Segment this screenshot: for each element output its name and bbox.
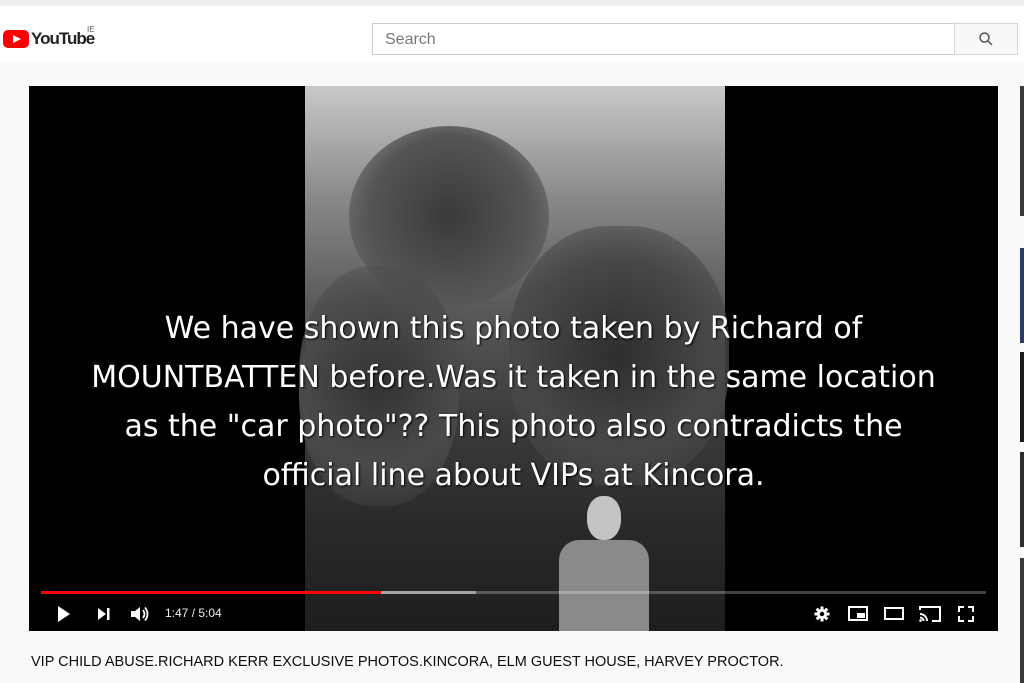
search-input[interactable]: Search [372, 23, 955, 55]
cast-icon [919, 605, 941, 622]
fullscreen-icon [958, 605, 974, 622]
search-button[interactable] [954, 23, 1018, 55]
sidebar-thumbnail-edge[interactable] [1020, 352, 1024, 442]
next-icon [98, 607, 110, 620]
settings-icon [814, 606, 830, 621]
miniplayer-icon [848, 606, 868, 621]
settings-button[interactable] [809, 596, 835, 631]
logo-text: YouTube [31, 29, 95, 48]
video-caption: We have shown this photo taken by Richar… [29, 304, 998, 500]
youtube-logo[interactable]: YouTube IE [3, 25, 95, 49]
cast-button[interactable] [915, 596, 945, 631]
video-player[interactable]: We have shown this photo taken by Richar… [29, 86, 998, 631]
fullscreen-button[interactable] [951, 596, 981, 631]
search-icon [979, 32, 993, 46]
sidebar-thumbnail-edge[interactable] [1020, 248, 1024, 343]
masthead: YouTube IE Search [0, 6, 1024, 62]
video-title: VIP CHILD ABUSE.RICHARD KERR EXCLUSIVE P… [31, 654, 784, 670]
played-bar [41, 591, 382, 594]
theater-icon [884, 607, 904, 620]
miniplayer-button[interactable] [843, 596, 873, 631]
time-display: 1:47 / 5:04 [165, 606, 222, 620]
play-icon [58, 605, 70, 622]
caption-line: official line about VIPs at Kincora. [262, 458, 765, 493]
play-button[interactable] [47, 596, 81, 631]
sidebar-thumbnail-edge[interactable] [1020, 452, 1024, 547]
sidebar-thumbnail-edge[interactable] [1020, 86, 1024, 216]
caption-line: MOUNTBATTEN before.Was it taken in the s… [91, 360, 936, 395]
player-controls: 1:47 / 5:04 [29, 596, 998, 631]
caption-line: as the "car photo"?? This photo also con… [124, 409, 903, 444]
volume-icon [131, 606, 149, 621]
caption-line: We have shown this photo taken by Richar… [164, 311, 863, 346]
sidebar-thumbnail-edge[interactable] [1020, 558, 1024, 683]
next-button[interactable] [89, 596, 119, 631]
volume-button[interactable] [125, 596, 155, 631]
youtube-play-logo-icon [3, 30, 29, 48]
progress-bar[interactable] [41, 591, 986, 594]
theater-button[interactable] [879, 596, 909, 631]
country-code: IE [87, 25, 95, 34]
person-head [587, 496, 621, 540]
